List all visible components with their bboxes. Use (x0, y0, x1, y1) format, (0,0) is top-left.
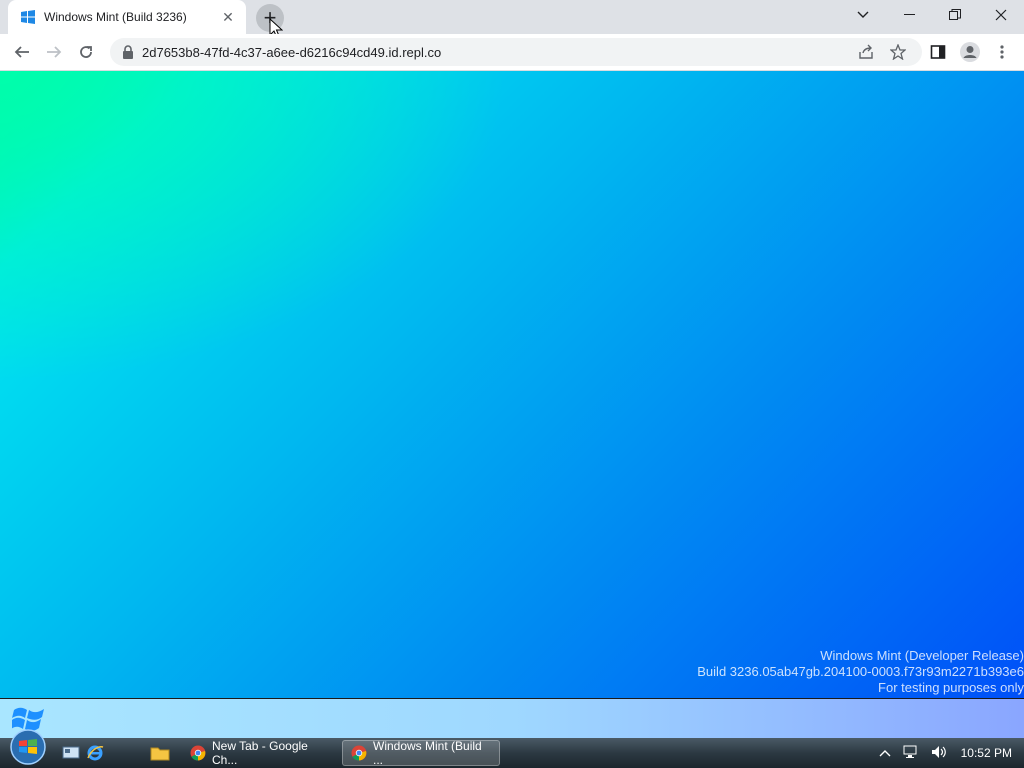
system-tray: 10:52 PM (873, 738, 1024, 768)
internet-explorer-icon[interactable] (86, 740, 104, 766)
taskbar-task-new-tab[interactable]: New Tab - Google Ch... (182, 739, 336, 767)
tab-windows-mint[interactable]: Windows Mint (Build 3236) ✕ (8, 0, 246, 34)
reload-button[interactable] (72, 38, 100, 66)
address-bar[interactable]: 2d7653b8-47fd-4c37-a6ee-d6216c94cd49.id.… (110, 38, 922, 66)
back-button[interactable] (8, 38, 36, 66)
build-watermark: Windows Mint (Developer Release) Build 3… (697, 648, 1024, 696)
bookmark-star-icon[interactable] (884, 38, 912, 66)
volume-icon[interactable] (931, 745, 947, 762)
start-button[interactable] (6, 729, 50, 765)
url-text: 2d7653b8-47fd-4c37-a6ee-d6216c94cd49.id.… (142, 44, 442, 60)
minimize-button[interactable] (886, 0, 932, 30)
network-icon[interactable] (903, 745, 919, 762)
tab-strip: Windows Mint (Build 3236) ✕ + (0, 0, 1024, 39)
profile-avatar-icon[interactable] (956, 38, 984, 66)
watermark-edition: Windows Mint (Developer Release) (820, 648, 1024, 663)
watermark-build: Build 3236.05ab47gb.204100-0003.f73r93m2… (697, 664, 1024, 679)
clock[interactable]: 10:52 PM (961, 746, 1012, 760)
file-explorer-icon[interactable] (150, 740, 170, 766)
windows-logo-icon (20, 9, 36, 25)
chrome-icon (190, 745, 206, 761)
taskbar-task-label: New Tab - Google Ch... (212, 739, 308, 767)
close-window-button[interactable] (978, 0, 1024, 30)
menu-kebab-icon[interactable] (988, 38, 1016, 66)
desktop-wallpaper[interactable]: Windows Mint (Developer Release) Build 3… (0, 71, 1024, 698)
tab-close-icon[interactable]: ✕ (220, 9, 236, 25)
lock-icon (123, 45, 133, 59)
show-desktop-icon[interactable] (62, 740, 80, 766)
watermark-testing: For testing purposes only (878, 680, 1024, 695)
taskbar: New Tab - Google Ch... Windows Mint (Bui… (0, 729, 1024, 768)
show-hidden-icons-icon[interactable] (879, 746, 891, 760)
taskbar-upper-strip (0, 698, 1024, 738)
taskbar-task-label: Windows Mint (Build ... (373, 739, 482, 767)
browser-toolbar: 2d7653b8-47fd-4c37-a6ee-d6216c94cd49.id.… (0, 34, 1024, 71)
restore-button[interactable] (932, 0, 978, 30)
tab-search-icon[interactable] (840, 0, 886, 30)
chrome-icon (351, 745, 367, 761)
side-panel-icon[interactable] (924, 38, 952, 66)
forward-button[interactable] (40, 38, 68, 66)
share-icon[interactable] (852, 38, 880, 66)
taskbar-task-windows-mint[interactable]: Windows Mint (Build ... (342, 739, 500, 767)
tab-title: Windows Mint (Build 3236) (44, 10, 187, 24)
